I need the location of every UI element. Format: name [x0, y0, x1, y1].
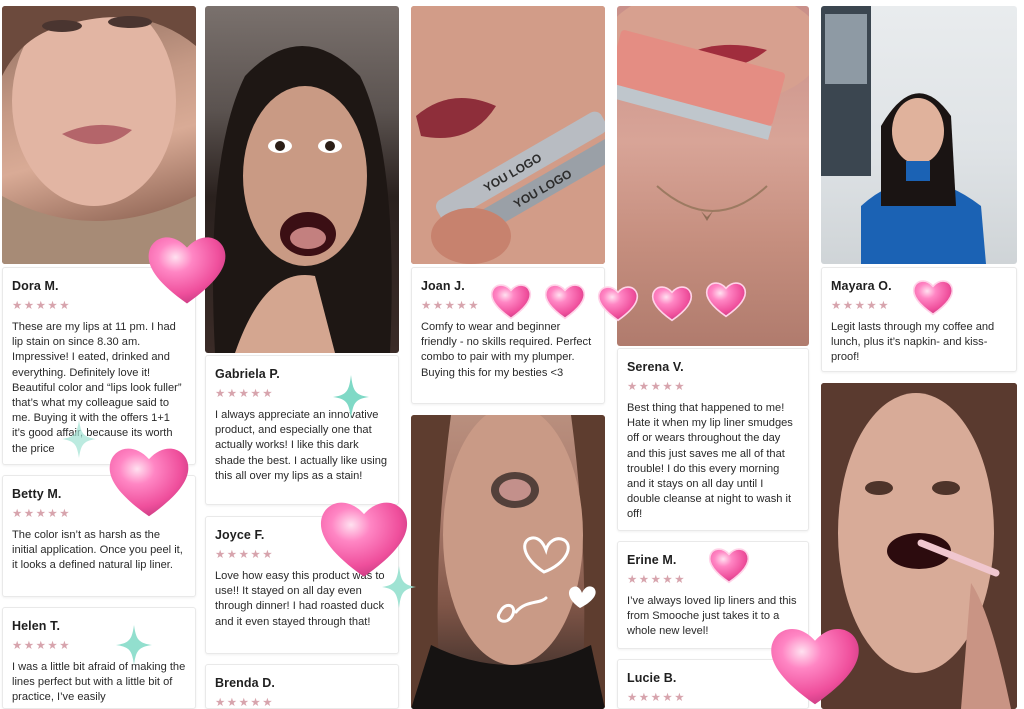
review-text: Comfy to wear and beginner friendly - no… — [421, 321, 592, 379]
reviewer-name: Serena V. — [627, 360, 684, 374]
reviewer-name: Helen T. — [12, 619, 61, 633]
rating-stars: ★★★★★ — [627, 381, 687, 393]
selfie-illustration — [2, 6, 196, 264]
review-text: Legit lasts through my coffee and lunch,… — [831, 321, 995, 364]
sparkle-icon — [333, 375, 369, 419]
review-photo-joan[interactable]: YOU LOGO YOU LOGO — [411, 6, 605, 264]
heart-icon — [705, 280, 747, 318]
heart-icon — [544, 282, 586, 320]
heart-icon — [651, 284, 693, 322]
sparkle-icon — [62, 420, 96, 458]
review-photo-mayara[interactable] — [821, 6, 1017, 264]
review-card-brenda: Brenda D. ★★★★★ — [205, 664, 399, 709]
review-text: I was a little bit afraid of making the … — [12, 661, 186, 704]
review-card-helen: Helen T. ★★★★★ I was a little bit afraid… — [2, 607, 196, 709]
review-text: These are my lips at 11 pm. I had lip st… — [12, 321, 182, 455]
selfie-illustration — [213, 46, 392, 353]
review-card-serena: Serena V. ★★★★★ Best thing that happened… — [617, 348, 809, 531]
sparkle-icon — [116, 625, 152, 665]
review-text: Best thing that happened to me! Hate it … — [627, 402, 793, 521]
heart-icon — [768, 622, 862, 708]
product-illustration: YOU LOGO YOU LOGO — [411, 6, 605, 264]
review-card-gabriela: Gabriela P. ★★★★★ I always appreciate an… — [205, 355, 399, 505]
doodle-hearts-icon — [497, 536, 596, 623]
heart-icon — [490, 282, 532, 320]
sparkle-icon — [382, 566, 416, 608]
reviewer-name: Brenda D. — [215, 676, 275, 690]
review-text: I always appreciate an innovative produc… — [215, 409, 388, 482]
heart-icon — [597, 284, 639, 322]
selfie-illustration — [821, 6, 986, 264]
review-text: The color isn’t as harsh as the initial … — [12, 529, 183, 572]
heart-icon — [107, 442, 191, 520]
heart-icon — [146, 230, 228, 308]
review-photo-dora[interactable] — [2, 6, 196, 264]
rating-stars: ★★★★★ — [215, 697, 275, 709]
review-photo-gabriela[interactable] — [205, 6, 399, 353]
heart-icon — [708, 546, 750, 584]
rating-stars: ★★★★★ — [12, 640, 72, 652]
heart-icon — [912, 278, 954, 316]
